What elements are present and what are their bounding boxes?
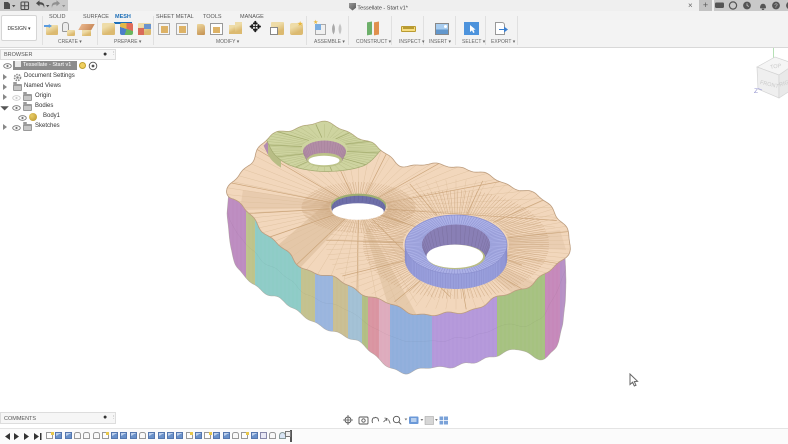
svg-text:Z: Z bbox=[754, 88, 758, 95]
